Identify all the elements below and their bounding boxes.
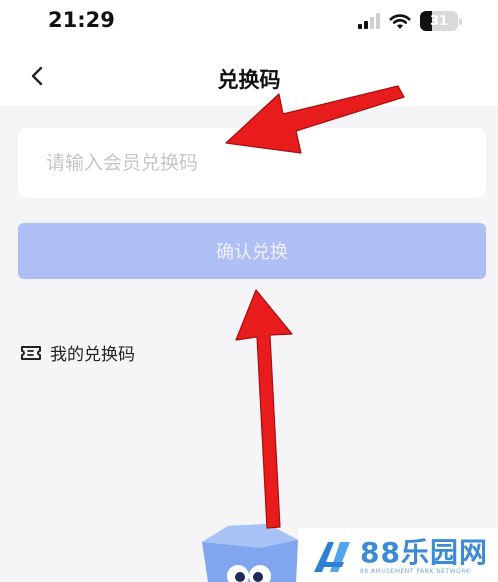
redeem-code-input[interactable] bbox=[18, 128, 486, 198]
watermark-logo-icon bbox=[314, 542, 350, 572]
battery-icon: 31 bbox=[420, 11, 462, 31]
my-redeem-codes-label: 我的兑换码 bbox=[50, 345, 135, 365]
ticket-icon bbox=[21, 345, 41, 360]
watermark-tagline: 88 AMUSEMENT PARK NETWORK bbox=[360, 568, 471, 575]
nav-bar: 兑换码 bbox=[0, 48, 498, 106]
confirm-redeem-button[interactable]: 确认兑换 bbox=[18, 223, 486, 279]
my-redeem-codes-link[interactable]: 我的兑换码 bbox=[20, 340, 135, 365]
status-bar: 21:29 31 bbox=[0, 0, 498, 48]
watermark-brand: 88乐园网 bbox=[360, 536, 488, 569]
battery-percent: 31 bbox=[429, 13, 449, 29]
status-icons: 31 bbox=[358, 10, 462, 32]
status-time: 21:29 bbox=[48, 8, 115, 32]
page-title: 兑换码 bbox=[217, 68, 281, 92]
annotation-arrow-to-button bbox=[235, 289, 293, 529]
mascot-image bbox=[202, 524, 298, 582]
wifi-icon bbox=[389, 13, 411, 29]
signal-icon bbox=[358, 13, 380, 29]
watermark: 88乐园网 88 AMUSEMENT PARK NETWORK bbox=[298, 528, 498, 582]
redeem-code-field bbox=[18, 128, 486, 198]
